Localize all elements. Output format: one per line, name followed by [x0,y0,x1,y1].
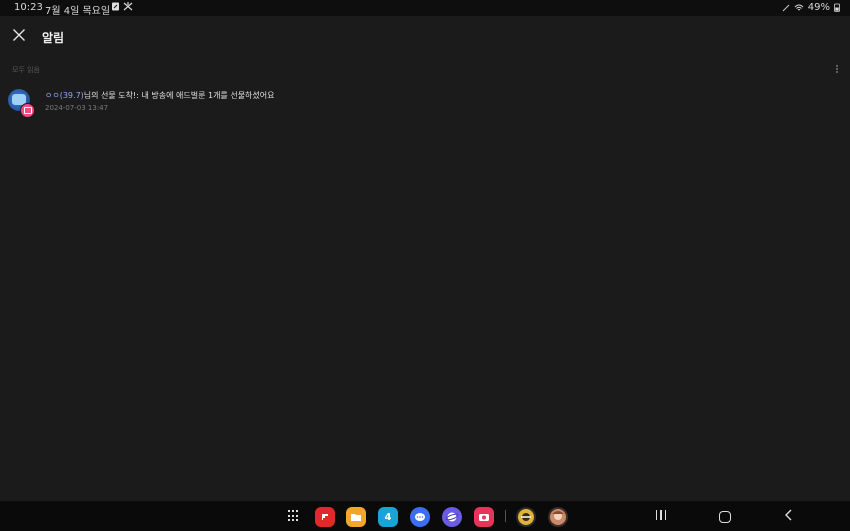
status-icons-left [111,2,133,11]
notification-timestamp: 2024-07-03 13:47 [45,104,109,112]
close-icon[interactable] [12,28,26,42]
messages-icon[interactable] [410,507,430,527]
wifi-icon [794,4,804,10]
calendar-day: 4 [384,511,392,523]
taskbar-divider [505,510,506,522]
pen-icon [782,4,790,11]
notification-toolbar: 모두 읽음 [0,63,850,79]
app-header: 알림 [0,16,850,56]
notification-item[interactable]: ㅇㅇ(39.7)님의 선물 도착!: 내 방송에 애드벌룬 1개를 선물하셨어요… [0,86,850,118]
battery-percent: 49% [807,2,830,13]
calendar-icon[interactable]: 4 [378,507,398,527]
recent-apps-button[interactable] [655,509,667,521]
internet-icon[interactable] [442,507,462,527]
my-files-icon[interactable] [346,507,366,527]
battery-icon [834,3,840,12]
status-bar: 10:23 7월 4일 목요일 49% [0,0,850,17]
app-drawer-icon[interactable] [288,510,300,522]
notification-sender: ㅇㅇ(39.7) [45,91,84,100]
notification-message: ㅇㅇ(39.7)님의 선물 도착!: 내 방송에 애드벌룬 1개를 선물하셨어요 [45,90,275,101]
home-button[interactable] [719,511,731,523]
clock: 10:23 [14,2,43,13]
game-icon-2[interactable] [548,507,568,527]
date: 7월 4일 목요일 [45,6,111,17]
status-icons-right: 49% [782,2,840,13]
screen-recorder-icon[interactable] [474,507,494,527]
notification-body: 님의 선물 도착!: 내 방송에 애드벌룬 1개를 선물하셨어요 [83,91,275,100]
game-icon-1[interactable] [516,507,536,527]
flipboard-icon[interactable] [315,507,335,527]
taskbar: 4 [0,501,850,531]
mark-all-read-button[interactable]: 모두 읽음 [12,65,40,75]
gift-icon [20,103,35,118]
mute-icon [123,2,133,11]
more-options-icon[interactable] [834,64,840,76]
back-button[interactable] [784,509,794,521]
page-title: 알림 [42,31,65,45]
note-icon [112,2,119,11]
